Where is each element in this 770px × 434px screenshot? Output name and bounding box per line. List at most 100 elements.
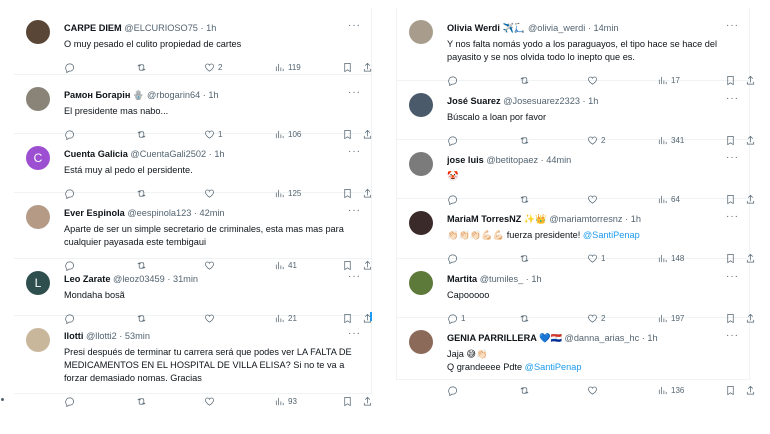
avatar[interactable]: L <box>26 271 50 295</box>
author-name[interactable]: José Suarez <box>447 96 501 106</box>
share-button[interactable] <box>362 396 373 407</box>
like-button[interactable] <box>587 385 601 396</box>
tweet-text-line: Y nos falta nomás yodo a los paraguayos,… <box>447 39 718 62</box>
author-handle[interactable]: @olivia_werdi <box>528 23 585 33</box>
more-options-icon[interactable]: ··· <box>348 328 361 339</box>
author-handle[interactable]: @betitopaez <box>486 155 538 165</box>
avatar[interactable] <box>26 328 50 352</box>
reply-tweet[interactable]: José Suarez @Josesuarez2323 · 1h ··· Bús… <box>397 81 755 146</box>
author-handle[interactable]: @Josesuarez2323 <box>503 96 580 106</box>
reply-tweet[interactable]: llotti @llotti2 · 53min ··· Presi despué… <box>14 316 372 407</box>
timestamp[interactable]: 1h <box>647 333 657 343</box>
bookmark-button[interactable] <box>342 396 353 407</box>
reply-tweet[interactable]: MariaM TorresNZ ✨👑 @mariamtorresnz · 1h … <box>397 199 755 264</box>
reply-button[interactable] <box>64 62 78 73</box>
avatar[interactable] <box>26 20 50 44</box>
reply-tweet[interactable]: L Leo Zarate @leoz03459 · 31min ··· Mond… <box>14 259 372 324</box>
author-name[interactable]: Leo Zarate <box>64 274 110 284</box>
timestamp[interactable]: 1h <box>208 90 218 100</box>
more-options-icon[interactable]: ··· <box>726 211 739 222</box>
author-name[interactable]: MariaM TorresNZ ✨👑 <box>447 214 547 224</box>
more-options-icon[interactable]: ··· <box>348 271 361 282</box>
separator: · <box>119 331 123 341</box>
timestamp[interactable]: 1h <box>214 149 224 159</box>
author-handle[interactable]: @mariamtorresnz <box>549 214 622 224</box>
avatar[interactable] <box>26 87 50 111</box>
author-name[interactable]: CARPE DIEM <box>64 23 122 33</box>
avatar[interactable]: C <box>26 146 50 170</box>
reply-tweet[interactable]: C Cuenta Galicia @CuentaGali2502 · 1h ··… <box>14 134 372 199</box>
retweet-button[interactable] <box>136 62 150 73</box>
author-handle[interactable]: @CuentaGali2502 <box>130 149 206 159</box>
separator: · <box>202 90 206 100</box>
more-options-icon[interactable]: ··· <box>726 330 739 341</box>
avatar[interactable] <box>26 205 50 229</box>
author-handle[interactable]: @tumiles_ <box>480 274 524 284</box>
author-name[interactable]: llotti <box>64 331 83 341</box>
tweet-text-line: Mondaha bosã <box>64 290 125 300</box>
reply-tweet[interactable]: CARPE DIEM @ELCURIOSO75 · 1h ··· O muy p… <box>14 8 373 75</box>
more-options-icon[interactable]: ··· <box>348 87 361 98</box>
author-handle[interactable]: @ELCURIOSO75 <box>124 23 198 33</box>
retweet-button[interactable] <box>519 385 533 396</box>
timestamp[interactable]: 1h <box>531 274 541 284</box>
tweet-text: O muy pesado el culito propiedad de cart… <box>64 38 361 51</box>
reply-tweet[interactable]: jose luis @betitopaez · 44min ··· 🤡 64 <box>397 140 755 205</box>
author-handle[interactable]: @leoz03459 <box>113 274 165 284</box>
author-handle[interactable]: @rbogarin64 <box>147 90 200 100</box>
more-options-icon[interactable]: ··· <box>726 152 739 163</box>
views-button[interactable]: 93 <box>274 396 297 407</box>
author-name[interactable]: Ever Espinola <box>64 208 125 218</box>
avatar[interactable] <box>409 330 433 354</box>
more-options-icon[interactable]: ··· <box>348 205 361 216</box>
timestamp[interactable]: 44min <box>546 155 571 165</box>
avatar[interactable] <box>409 211 433 235</box>
avatar[interactable] <box>409 93 433 117</box>
author-name[interactable]: Olivia Werdi ✈️🛴 <box>447 23 525 33</box>
retweet-button[interactable] <box>136 396 150 407</box>
share-button[interactable] <box>362 62 373 73</box>
more-options-icon[interactable]: ··· <box>726 93 739 104</box>
like-button[interactable] <box>204 396 218 407</box>
tweet-header: José Suarez @Josesuarez2323 · 1h <box>447 89 739 109</box>
reply-tweet[interactable]: Рамон Богарін 🪬 @rbogarin64 · 1h ··· El … <box>14 75 372 140</box>
author-name[interactable]: Рамон Богарін 🪬 <box>64 90 144 100</box>
views-button[interactable]: 136 <box>657 385 684 396</box>
author-name[interactable]: Martita <box>447 274 477 284</box>
more-options-icon[interactable]: ··· <box>726 271 739 282</box>
reply-tweet[interactable]: Ever Espinola @eespinola123 · 42min ··· … <box>14 193 372 271</box>
reply-button[interactable] <box>64 396 78 407</box>
avatar[interactable] <box>409 152 433 176</box>
separator: · <box>625 214 629 224</box>
mention-link[interactable]: @SantiPenap <box>525 362 582 372</box>
author-handle[interactable]: @eespinola123 <box>127 208 191 218</box>
separator: · <box>208 149 212 159</box>
mention-link[interactable]: @SantiPenap <box>583 230 640 240</box>
author-name[interactable]: GENIA PARRILLERA 💙🇵🇾 <box>447 333 562 343</box>
avatar[interactable] <box>409 271 433 295</box>
share-button[interactable] <box>745 385 756 396</box>
reply-tweet[interactable]: Martita @tumiles_ · 1h ··· Capooooo 1 2 … <box>397 259 755 324</box>
reply-tweet[interactable]: Olivia Werdi ✈️🛴 @olivia_werdi · 14min ·… <box>397 8 755 86</box>
author-handle[interactable]: @danna_arias_hc <box>565 333 640 343</box>
timestamp[interactable]: 53min <box>125 331 150 341</box>
bookmark-button[interactable] <box>342 62 353 73</box>
author-handle[interactable]: @llotti2 <box>86 331 117 341</box>
timestamp[interactable]: 1h <box>588 96 598 106</box>
timestamp[interactable]: 1h <box>206 23 216 33</box>
more-options-icon[interactable]: ··· <box>348 146 361 157</box>
author-name[interactable]: jose luis <box>447 155 484 165</box>
like-button[interactable]: 2 <box>204 62 222 73</box>
timestamp[interactable]: 1h <box>631 214 641 224</box>
avatar[interactable] <box>409 20 433 44</box>
views-button[interactable]: 119 <box>274 62 301 73</box>
reply-tweet[interactable]: GENIA PARRILLERA 💙🇵🇾 @danna_arias_hc · 1… <box>397 318 755 396</box>
more-options-icon[interactable]: ··· <box>348 20 361 31</box>
reply-button[interactable] <box>447 385 461 396</box>
timestamp[interactable]: 42min <box>200 208 225 218</box>
bookmark-button[interactable] <box>725 385 736 396</box>
timestamp[interactable]: 31min <box>173 274 198 284</box>
timestamp[interactable]: 14min <box>593 23 618 33</box>
more-options-icon[interactable]: ··· <box>726 20 739 31</box>
author-name[interactable]: Cuenta Galicia <box>64 149 128 159</box>
